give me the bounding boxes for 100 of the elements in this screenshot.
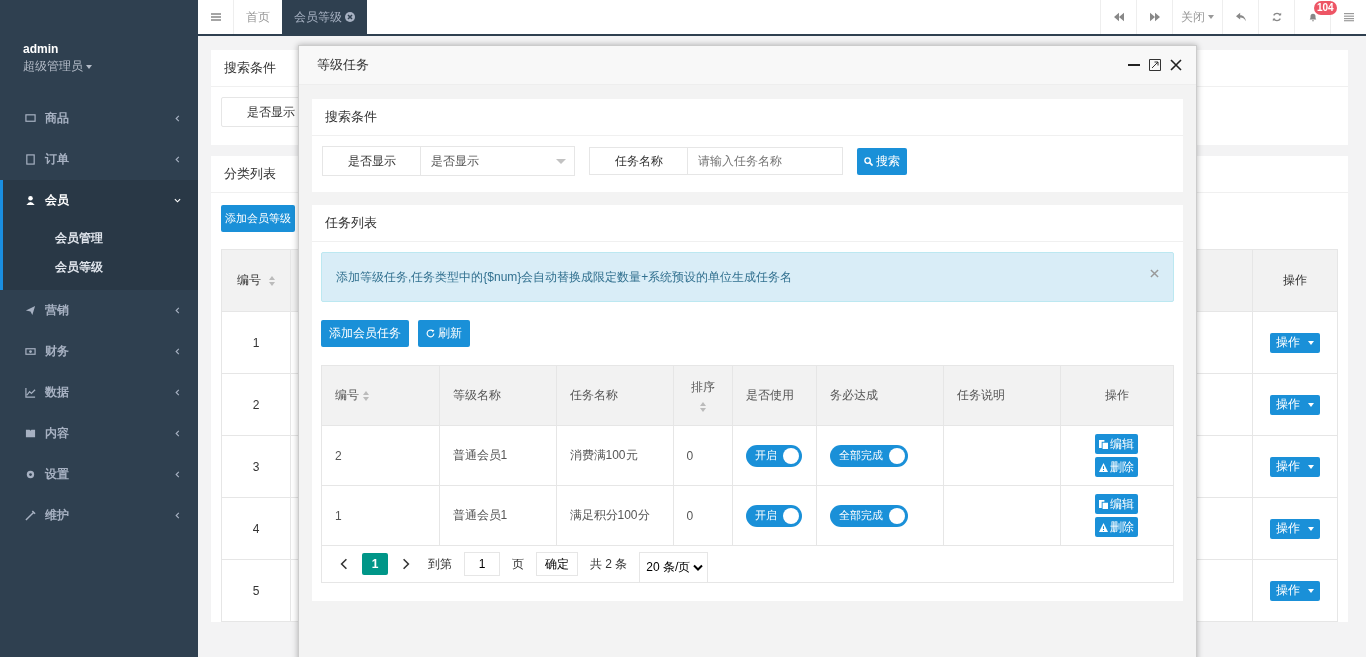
table-cell: 4 [221, 497, 291, 560]
toggle-switch[interactable]: 开启 [745, 504, 802, 527]
sidebar-item[interactable]: 内容 [0, 413, 198, 454]
close-icon[interactable] [1170, 59, 1182, 71]
chevron-icon [174, 115, 181, 122]
table-cell: 2 [221, 373, 291, 436]
alert-text: 添加等级任务,任务类型中的{$num}会自动替换成限定数量+系统预设的单位生成任务名 [336, 268, 794, 286]
maximize-icon[interactable] [1149, 59, 1161, 71]
search-icon [864, 156, 873, 166]
column-header: 是否使用 [732, 366, 816, 426]
submenu-item[interactable]: 会员等级 [3, 253, 198, 282]
actions-dropdown[interactable]: 操作 [1270, 456, 1320, 477]
bell-icon [1307, 12, 1318, 22]
submenu-item[interactable]: 会员管理 [3, 224, 198, 253]
visibility-select[interactable]: 是否显示 是否显示 [322, 146, 575, 176]
sidebar-item[interactable]: 订单 [0, 139, 198, 180]
column-header: 任务名称 [556, 366, 673, 426]
edit-button[interactable]: 编辑 [1095, 434, 1139, 454]
warning-icon [1099, 522, 1109, 532]
edit-button[interactable]: 编辑 [1095, 494, 1139, 514]
goto-label: 到第 [428, 555, 452, 573]
refresh-icon [1271, 12, 1282, 22]
panel-title: 任务列表 [312, 205, 1183, 242]
delete-button[interactable]: 删除 [1095, 457, 1139, 477]
list-icon [1343, 12, 1354, 22]
field-label: 任务名称 [589, 147, 688, 175]
sidebar-item[interactable]: 数据 [0, 372, 198, 413]
next-page-icon[interactable] [402, 558, 410, 570]
toggle-switch[interactable]: 全部完成 [829, 504, 908, 527]
actions-dropdown[interactable]: 操作 [1270, 518, 1320, 539]
copy-icon [1099, 499, 1109, 509]
chevron-icon [174, 471, 181, 478]
page-size-select[interactable]: 20 条/页 [639, 551, 709, 583]
chevron-icon [174, 512, 181, 519]
table-cell: 1 [221, 311, 291, 374]
menu-icon [210, 12, 221, 22]
column-header: 等级名称 [439, 366, 556, 426]
column-header[interactable]: 编号 [221, 249, 291, 312]
reply-icon [1235, 12, 1246, 22]
user-name: admin [23, 42, 59, 56]
sidebar-item[interactable]: 营销 [0, 290, 198, 331]
menu-item-icon [25, 113, 36, 124]
table-cell: 0 [673, 485, 732, 546]
actions-dropdown[interactable]: 操作 [1270, 580, 1320, 601]
page-number[interactable]: 1 [362, 553, 388, 575]
notification-badge: 104 [1314, 1, 1337, 15]
page-input[interactable]: 1 [464, 552, 500, 576]
sort-icon [363, 390, 369, 401]
menu-item-icon [25, 154, 36, 165]
delete-button[interactable]: 删除 [1095, 517, 1139, 537]
chevron-icon [174, 156, 181, 163]
warning-icon [1099, 462, 1109, 472]
chevron-icon [693, 564, 704, 571]
sidebar-item[interactable]: 维护 [0, 495, 198, 536]
sidebar-item[interactable]: 设置 [0, 454, 198, 495]
menu-item-icon [25, 346, 36, 357]
menu-item-icon [25, 469, 36, 480]
table-cell: 0 [673, 425, 732, 486]
actions-dropdown[interactable]: 操作 [1270, 394, 1320, 415]
menu-item-icon [25, 428, 36, 439]
column-header: 操作 [1060, 366, 1173, 426]
column-header: 任务说明 [943, 366, 1060, 426]
menu-item-icon [25, 387, 36, 398]
add-task-button[interactable]: 添加会员任务 [321, 320, 409, 347]
table-cell: 满足积分100分 [556, 485, 673, 546]
page-tab[interactable]: 会员等级 [282, 0, 367, 34]
toggle-switch[interactable]: 全部完成 [829, 444, 908, 467]
sort-icon [268, 275, 275, 286]
page-tab[interactable]: 首页 [234, 0, 282, 34]
user-role-dropdown[interactable]: 超级管理员 [23, 58, 92, 75]
table-cell: 普通会员1 [439, 425, 556, 486]
table-cell: 2 [322, 425, 439, 486]
double-left-icon [1113, 12, 1124, 22]
sidebar-item[interactable]: 商品 [0, 98, 198, 139]
add-level-button[interactable]: 添加会员等级 [221, 205, 295, 232]
refresh-button[interactable]: 刷新 [418, 320, 470, 347]
table-cell: 普通会员1 [439, 485, 556, 546]
table-cell: 5 [221, 559, 291, 622]
confirm-button[interactable]: 确定 [536, 552, 578, 576]
sidebar-item[interactable]: 会员 [0, 180, 198, 221]
copy-icon [1099, 439, 1109, 449]
column-header[interactable]: 排序 [673, 366, 732, 426]
menu-item-icon [25, 195, 36, 206]
task-name-input[interactable]: 请输入任务名称 [688, 147, 843, 175]
close-icon [345, 12, 355, 22]
table-cell: 消费满100元 [556, 425, 673, 486]
sidebar-item[interactable]: 财务 [0, 331, 198, 372]
toggle-switch[interactable]: 开启 [745, 444, 802, 467]
dialog-title: 等级任务 [317, 56, 370, 74]
sort-icon [699, 402, 706, 412]
chevron-icon [174, 430, 181, 437]
search-button[interactable]: 搜索 [857, 147, 907, 175]
double-right-icon [1149, 12, 1160, 22]
actions-dropdown[interactable]: 操作 [1270, 332, 1320, 353]
column-header[interactable]: 编号 [322, 366, 439, 426]
column-header: 操作 [1252, 249, 1338, 312]
chevron-icon [174, 197, 181, 204]
previous-page-icon[interactable] [340, 558, 348, 570]
panel-title: 搜索条件 [312, 99, 1183, 136]
refresh-icon [426, 329, 435, 338]
